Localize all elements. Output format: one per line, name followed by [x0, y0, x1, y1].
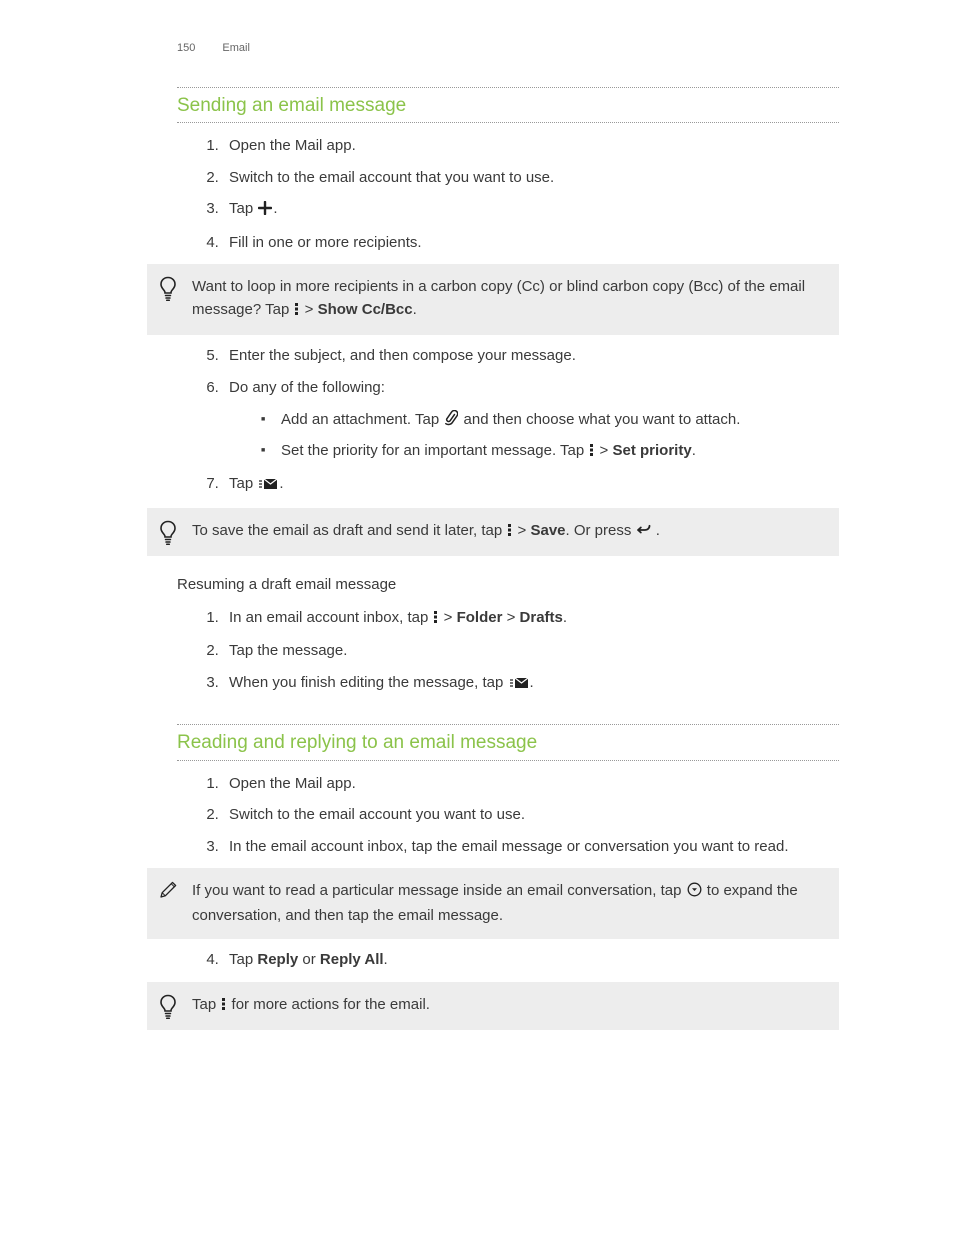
step-text: .: [530, 674, 534, 691]
tip-box: Tap for more actions for the email.: [147, 982, 839, 1031]
step-text: Tap: [229, 951, 257, 968]
step-text: Tap: [229, 200, 257, 217]
list-item: Open the Mail app.: [223, 135, 839, 158]
list-item: In the email account inbox, tap the emai…: [223, 836, 839, 859]
lightbulb-icon: [158, 994, 178, 1020]
step-text: .: [563, 609, 567, 626]
step-text: >: [502, 609, 519, 626]
tip-text: Tap: [192, 996, 220, 1013]
step-text: Tap: [229, 475, 257, 492]
steps-list-reading-cont: Tap Reply or Reply All.: [147, 949, 839, 972]
step-bold: Reply: [257, 951, 298, 968]
tip-text: .: [413, 301, 417, 318]
menu-dots-icon: [294, 301, 299, 324]
list-item: Add an attachment. Tap and then choose w…: [261, 409, 839, 434]
step-text: Tap the message.: [229, 642, 347, 659]
step-text: Switch to the email account that you wan…: [229, 169, 554, 186]
step-text: >: [439, 609, 456, 626]
menu-dots-icon: [507, 522, 512, 545]
send-mail-icon: [509, 674, 529, 697]
list-item: Tap .: [223, 473, 839, 498]
list-item: Switch to the email account you want to …: [223, 804, 839, 827]
lightbulb-icon: [158, 520, 178, 546]
tip-text: >: [300, 301, 317, 318]
step-text: >: [595, 442, 612, 459]
step-text: Enter the subject, and then compose your…: [229, 347, 576, 364]
step-text: Switch to the email account you want to …: [229, 806, 525, 823]
step-text: Add an attachment. Tap: [281, 411, 443, 428]
send-mail-icon: [258, 475, 278, 498]
step-text: Open the Mail app.: [229, 775, 356, 792]
step-text: .: [692, 442, 696, 459]
tip-text: >: [513, 522, 530, 539]
tip-bold: Show Cc/Bcc: [318, 301, 413, 318]
plus-icon: [258, 200, 272, 223]
step-text: and then choose what you want to attach.: [459, 411, 740, 428]
list-item: Set the priority for an important messag…: [261, 440, 839, 465]
list-item: Tap the message.: [223, 640, 839, 663]
step-text: or: [298, 951, 320, 968]
list-item: Open the Mail app.: [223, 773, 839, 796]
expand-circle-icon: [687, 882, 702, 905]
steps-list-reading: Open the Mail app. Switch to the email a…: [147, 773, 839, 859]
pencil-icon: [158, 878, 180, 900]
step-bold: Reply All: [320, 951, 384, 968]
section-title-reading: Reading and replying to an email message: [177, 724, 839, 761]
step-text: Fill in one or more recipients.: [229, 234, 422, 251]
page-number: 150: [177, 42, 195, 54]
sub-list: Add an attachment. Tap and then choose w…: [229, 409, 839, 464]
tip-text: To save the email as draft and send it l…: [192, 522, 506, 539]
subheading-resuming: Resuming a draft email message: [177, 574, 839, 597]
step-text: In the email account inbox, tap the emai…: [229, 838, 788, 855]
steps-list-resuming: In an email account inbox, tap > Folder …: [147, 607, 839, 697]
page: 150 Email Sending an email message Open …: [0, 0, 954, 1235]
step-text: When you finish editing the message, tap: [229, 674, 508, 691]
step-bold: Set priority: [613, 442, 692, 459]
list-item: Fill in one or more recipients.: [223, 232, 839, 255]
tip-box: To save the email as draft and send it l…: [147, 508, 839, 557]
list-item: Do any of the following: Add an attachme…: [223, 377, 839, 465]
breadcrumb: Email: [222, 42, 250, 54]
step-text: .: [384, 951, 388, 968]
attachment-icon: [444, 410, 458, 434]
step-text: Set the priority for an important messag…: [281, 442, 588, 459]
note-box: If you want to read a particular message…: [147, 868, 839, 939]
back-icon: [637, 522, 651, 545]
step-text: Open the Mail app.: [229, 137, 356, 154]
menu-dots-icon: [589, 442, 594, 465]
tip-bold: Save: [530, 522, 565, 539]
step-text: .: [273, 200, 277, 217]
menu-dots-icon: [433, 609, 438, 632]
steps-list-sending: Open the Mail app. Switch to the email a…: [147, 135, 839, 254]
tip-text: Want to loop in more recipients in a car…: [192, 278, 805, 318]
tip-box: Want to loop in more recipients in a car…: [147, 264, 839, 335]
list-item: Enter the subject, and then compose your…: [223, 345, 839, 368]
step-bold: Folder: [457, 609, 503, 626]
note-text: If you want to read a particular message…: [192, 882, 686, 899]
tip-text: . Or press: [566, 522, 636, 539]
lightbulb-icon: [158, 276, 178, 302]
step-text: .: [279, 475, 283, 492]
steps-list-sending-cont: Enter the subject, and then compose your…: [147, 345, 839, 498]
list-item: Switch to the email account that you wan…: [223, 167, 839, 190]
step-text: In an email account inbox, tap: [229, 609, 432, 626]
list-item: In an email account inbox, tap > Folder …: [223, 607, 839, 632]
tip-text: .: [652, 522, 660, 539]
step-bold: Drafts: [520, 609, 563, 626]
list-item: Tap .: [223, 198, 839, 223]
page-header: 150 Email: [177, 40, 839, 57]
tip-text: for more actions for the email.: [227, 996, 430, 1013]
menu-dots-icon: [221, 996, 226, 1019]
list-item: Tap Reply or Reply All.: [223, 949, 839, 972]
step-text: Do any of the following:: [229, 379, 385, 396]
list-item: When you finish editing the message, tap…: [223, 672, 839, 697]
section-title-sending: Sending an email message: [177, 87, 839, 124]
